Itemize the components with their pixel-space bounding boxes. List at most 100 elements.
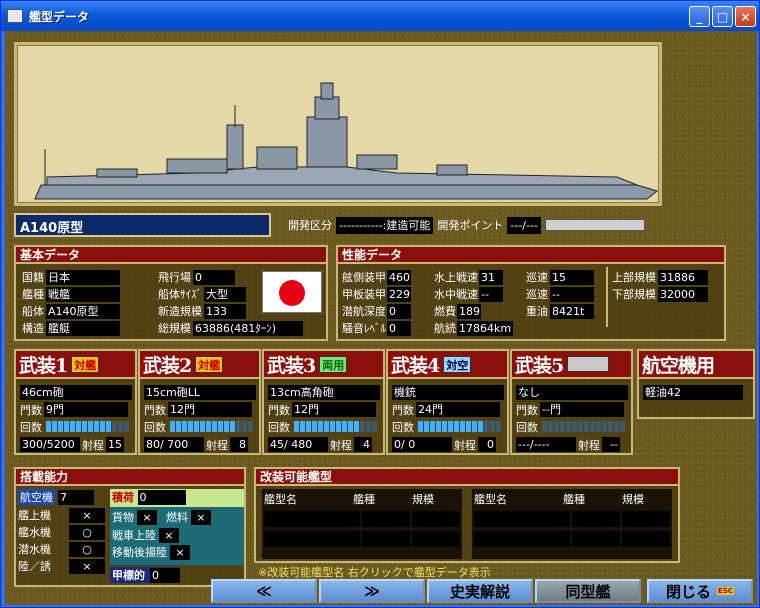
app-window: 艦型データ _ □ × A140原型 開発区分 -----------:建造可能… [0, 0, 760, 608]
weapon-title: 武装2 [143, 354, 192, 377]
cruise2-label: 巡速 [526, 288, 548, 301]
gauge-segment [46, 421, 51, 432]
weapon-header: 武装3 両用 [264, 351, 383, 379]
gauge-segment [548, 421, 553, 432]
rounds-label: 回数 [268, 420, 290, 434]
load-value: 0 [137, 490, 186, 505]
close-button[interactable]: 閉じる ESC [647, 579, 753, 603]
refit-cell[interactable] [412, 511, 460, 527]
gauge-segment [460, 421, 465, 432]
refit-cell[interactable] [572, 531, 620, 547]
surface-speed-label: 水上戦速 [434, 271, 478, 284]
refit-col-type: 艦種 [563, 493, 585, 506]
noise-value: 0 [387, 320, 411, 336]
same-class-button[interactable]: 同型艦 [535, 579, 641, 603]
ammo-gauge [294, 421, 377, 432]
weapon-header: 武装5 [512, 351, 631, 379]
gauge-segment [608, 421, 613, 432]
deck-armor-value: 229 [387, 286, 411, 302]
weapon-panel-3: 武装3 両用 13cm高角砲 門数 12門 回数 45/ 480 射程 4 [262, 349, 385, 455]
minimize-button[interactable]: _ [689, 6, 710, 27]
mounts-label: 門数 [20, 403, 42, 417]
landattack-value: × [69, 558, 105, 574]
range-label: 射程 [454, 438, 476, 452]
cargo-value: × [137, 509, 157, 525]
ammo-gauge [418, 421, 501, 432]
underwater-speed-label: 水中戦速 [434, 288, 478, 301]
refit-cell[interactable] [412, 531, 460, 547]
close-window-button[interactable]: × [735, 6, 756, 27]
weapon-panel-2: 武装2 対艦 15cm砲LL 門数 12門 回数 80/ 700 射程 8 [138, 349, 261, 455]
deck-label: 甲標的 [112, 569, 145, 582]
weapon-tag: 対艦 [71, 355, 100, 373]
fuel-label: 燃費 [434, 305, 456, 318]
structure-label: 構造 [22, 322, 44, 335]
lower-label: 下部規模 [612, 288, 656, 301]
weapon-title: 武装5 [515, 354, 564, 377]
gauge-segment [372, 421, 377, 432]
refit-panel: 改装可能艦型 艦型名 艦種 規模 艦型名 艦種 規模 [254, 467, 680, 563]
refit-cell[interactable] [362, 511, 410, 527]
history-button[interactable]: 史実解説 [427, 579, 533, 603]
noise-label: 騒音ﾚﾍﾞﾙ [342, 322, 386, 335]
ammo-value: ---/---- [516, 437, 576, 452]
sub-value: ○ [69, 541, 105, 557]
ammo-value: 45/ 480 [268, 437, 328, 452]
weapon-header: 武装2 対艦 [140, 351, 259, 379]
refit-col-name: 艦型名 [474, 493, 507, 506]
cargo-box: 貨物 × 燃料 × 戦車上陸 × 移動後揚陸 × [110, 507, 244, 565]
weapon-title: 武装1 [19, 354, 68, 377]
range-label: 航続 [434, 322, 456, 335]
country-label: 国籍 [22, 271, 44, 284]
gauge-segment [442, 421, 447, 432]
newscale-value: 133 [204, 303, 246, 319]
tank-value: × [159, 527, 179, 543]
gauge-segment [94, 421, 99, 432]
underwater-speed-value: -- [479, 286, 503, 302]
app-icon [7, 9, 23, 23]
refit-cell[interactable] [622, 531, 670, 547]
prev-button[interactable]: ≪ [211, 579, 317, 603]
dive-label: 潜航深度 [342, 305, 386, 318]
mounts-label: 門数 [268, 403, 290, 417]
range-value: -- [602, 437, 620, 452]
gauge-segment [466, 421, 471, 432]
gauge-segment [478, 421, 483, 432]
gauge-segment [424, 421, 429, 432]
gauge-segment [52, 421, 57, 432]
newscale-label: 新造規模 [158, 305, 202, 318]
hullsize-value: 大型 [204, 286, 246, 302]
refit-cell[interactable] [264, 531, 360, 547]
refit-table-right[interactable]: 艦型名 艦種 規模 [472, 489, 672, 559]
refit-cell[interactable] [474, 531, 570, 547]
gauge-segment [112, 421, 117, 432]
maximize-button[interactable]: □ [712, 6, 733, 27]
close-button-label: 閉じる [666, 582, 712, 601]
gauge-segment [366, 421, 371, 432]
upper-value: 31886 [658, 269, 708, 285]
refit-cell[interactable] [474, 511, 570, 527]
gauge-segment [566, 421, 571, 432]
tank-label: 戦車上陸 [112, 529, 156, 542]
gauge-segment [194, 421, 199, 432]
gauge-segment [206, 421, 211, 432]
refit-cell[interactable] [362, 531, 410, 547]
refit-table-left[interactable]: 艦型名 艦種 規模 [262, 489, 462, 559]
refit-cell[interactable] [622, 511, 670, 527]
refit-note: ※改装可能艦型名 右クリックで艦型データ表示 [258, 566, 491, 579]
title-bar[interactable]: 艦型データ _ □ × [1, 1, 759, 31]
side-armor-label: 舷側装甲 [342, 271, 386, 284]
cruise2-value: -- [550, 286, 594, 302]
gauge-segment [418, 421, 423, 432]
fuelcargo-label: 燃料 [166, 511, 188, 524]
ammo-value: 300/5200 [20, 437, 80, 452]
move-label: 移動後揚陸 [112, 546, 167, 559]
weapon-tag [567, 356, 610, 372]
seaplane-label: 艦水機 [18, 526, 51, 539]
refit-cell[interactable] [264, 511, 360, 527]
gauge-segment [554, 421, 559, 432]
refit-cell[interactable] [572, 511, 620, 527]
next-button[interactable]: ≫ [319, 579, 425, 603]
refit-header: 改装可能艦型 [256, 469, 678, 486]
heavyoil-value: 8421t [550, 303, 594, 319]
